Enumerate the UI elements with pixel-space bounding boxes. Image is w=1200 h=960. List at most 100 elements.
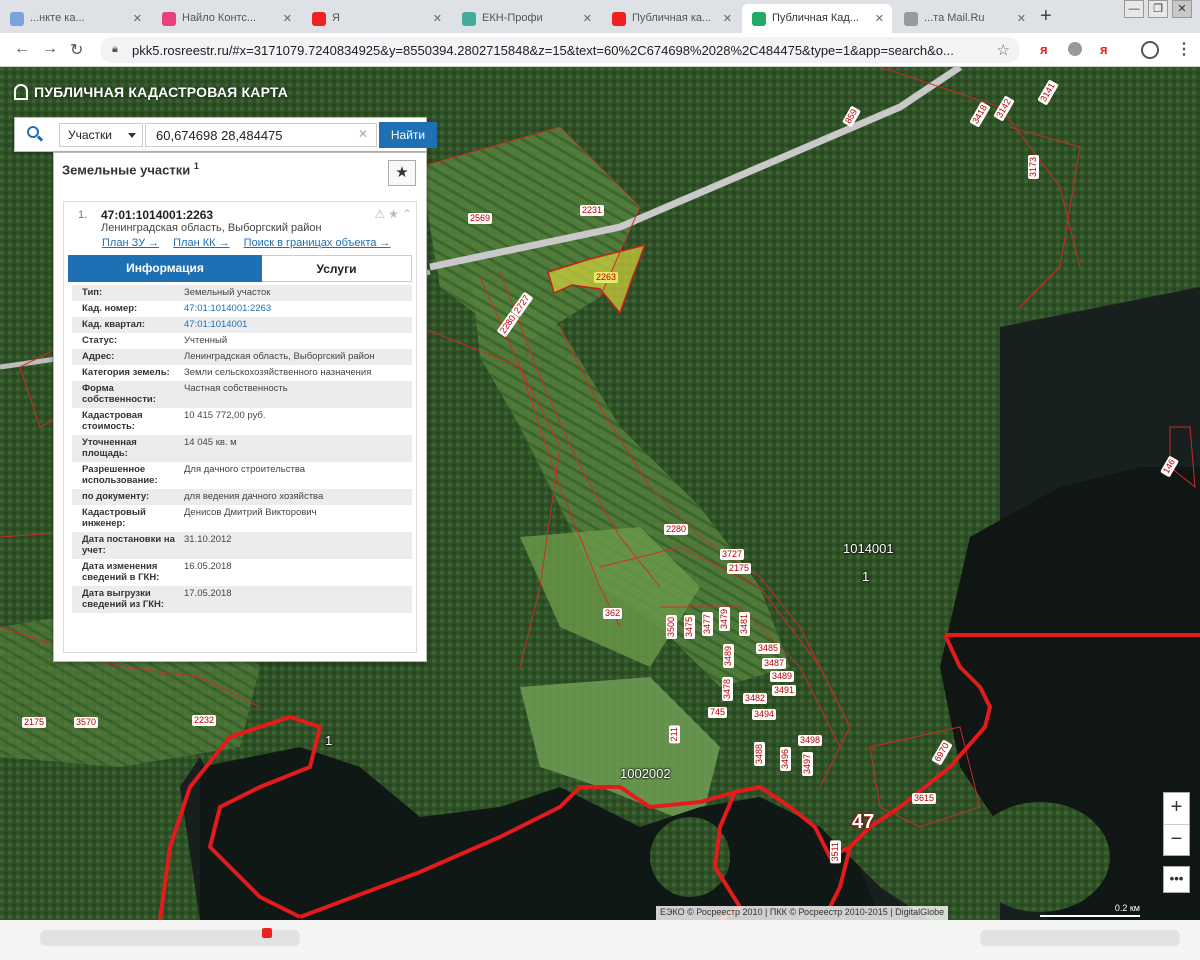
info-tabs: Информация Услуги	[68, 255, 412, 282]
parcel-label[interactable]: 3479	[719, 607, 730, 632]
cad-quarter-link[interactable]: 47:01:1014001	[184, 319, 412, 330]
quarter-label: 1002002	[620, 766, 671, 781]
parcel-label[interactable]: 3481	[739, 612, 750, 637]
reload-icon[interactable]: ↻	[70, 40, 83, 60]
parcel-label[interactable]: 3173	[1028, 155, 1039, 180]
tab-favicon-icon	[752, 12, 766, 26]
favorite-star-button[interactable]: ★	[388, 160, 416, 186]
search-icon[interactable]	[15, 118, 55, 151]
clear-icon[interactable]: ✕	[358, 127, 368, 141]
tab-favicon-icon	[612, 12, 626, 26]
search-input[interactable]	[145, 123, 377, 147]
zone-label: 1	[325, 733, 333, 748]
tab-close-icon[interactable]: ✕	[1017, 12, 1026, 25]
parcel-label[interactable]: 3511	[830, 840, 841, 864]
browser-tab[interactable]: ЕКН-Профи ✕	[452, 4, 600, 33]
parcel-label[interactable]: 3727	[720, 549, 745, 560]
tab-close-icon[interactable]: ✕	[133, 12, 142, 25]
zone-label: 1	[862, 569, 870, 584]
yandex-ext-icon[interactable]: я	[1040, 42, 1048, 57]
taskbar-app-icon[interactable]	[262, 928, 272, 938]
bookmark-star-icon[interactable]: ☆	[997, 41, 1010, 59]
browser-menu-icon[interactable]: ⋮	[1176, 39, 1192, 59]
parcel-label[interactable]: 3500	[666, 615, 677, 640]
parcel-label[interactable]: 2232	[192, 715, 217, 726]
attr-row: Кад. квартал: 47:01:1014001	[72, 317, 412, 333]
search-in-bounds-link[interactable]: Поиск в границах объекта →	[244, 237, 391, 249]
parcel-label[interactable]: 3487	[762, 658, 787, 669]
parcel-label[interactable]: 362	[603, 608, 623, 619]
tab-close-icon[interactable]: ✕	[283, 12, 292, 25]
url-input[interactable]: 🔒︎ pkk5.rosreestr.ru/#x=3171079.72408349…	[100, 37, 1020, 63]
parcel-label[interactable]: 211	[669, 725, 680, 744]
warning-icon[interactable]: ⚠	[374, 207, 385, 221]
parcel-label[interactable]: 3475	[684, 615, 695, 640]
parcel-label[interactable]: 3498	[798, 735, 823, 746]
parcel-label[interactable]: 3478	[722, 677, 733, 702]
lock-icon: 🔒︎	[112, 43, 118, 55]
object-type-select[interactable]: Участки	[59, 123, 143, 147]
tab-close-icon[interactable]: ✕	[583, 12, 592, 25]
parcel-label[interactable]: 3615	[912, 793, 937, 804]
browser-tab-active[interactable]: Публичная Кад... ✕	[742, 4, 892, 33]
minimize-icon[interactable]: —	[1124, 0, 1144, 18]
star-icon[interactable]: ★	[388, 207, 399, 221]
zoom-out-button[interactable]: −	[1164, 825, 1189, 856]
forward-icon[interactable]: →	[42, 40, 58, 58]
browser-tab[interactable]: Я ✕	[302, 4, 450, 33]
parcel-label[interactable]: 3485	[756, 643, 781, 654]
attr-row: Тип: Земельный участок	[72, 285, 412, 301]
attr-row: по документу: для ведения дачного хозяйст…	[72, 489, 412, 505]
close-window-icon[interactable]: ✕	[1172, 0, 1192, 18]
parcel-label[interactable]: 2175	[22, 717, 47, 728]
tab-info[interactable]: Информация	[68, 255, 262, 282]
parcel-label[interactable]: 3496	[780, 747, 791, 772]
parcel-label[interactable]: 3497	[802, 752, 813, 777]
cad-number-link[interactable]: 47:01:1014001:2263	[184, 303, 412, 314]
results-header: Земельные участки 1	[62, 161, 199, 178]
parcel-label[interactable]: 3477	[702, 612, 713, 637]
back-icon[interactable]: ←	[14, 40, 30, 58]
profile-icon[interactable]	[1141, 41, 1159, 59]
browser-tab[interactable]: ...нкте ка... ✕	[0, 4, 150, 33]
browser-tab[interactable]: ...та Mail.Ru ✕	[894, 4, 1034, 33]
parcel-label-selected[interactable]: 2263	[594, 272, 619, 283]
map-title: ПУБЛИЧНАЯ КАДАСТРОВАЯ КАРТА	[14, 84, 288, 100]
parcel-label[interactable]: 2231	[580, 205, 605, 216]
tab-services[interactable]: Услуги	[262, 255, 412, 282]
attr-row: Дата постановки на учет: 31.10.2012	[72, 532, 412, 559]
find-button[interactable]: Найти	[379, 122, 437, 148]
browser-tab[interactable]: Публичная ка... ✕	[602, 4, 740, 33]
parcel-label[interactable]: 3489	[770, 671, 795, 682]
attr-row: Дата изменения сведений в ГКН: 16.05.2018	[82, 561, 232, 583]
parcel-label[interactable]: 3570	[74, 717, 99, 728]
parcel-label[interactable]: 2569	[468, 213, 493, 224]
tab-close-icon[interactable]: ✕	[875, 12, 884, 25]
parcel-label[interactable]: 3482	[743, 693, 768, 704]
browser-tab-bar: ...нкте ка... ✕ Найло Контс... ✕ Я ✕ ЕКН-Пр…	[0, 0, 1200, 33]
zoom-in-button[interactable]: +	[1164, 793, 1189, 824]
new-tab-button[interactable]: +	[1040, 5, 1052, 28]
parcel-label[interactable]: 3488	[754, 742, 765, 767]
extension-icon[interactable]	[1068, 42, 1082, 56]
parcel-label[interactable]: 3494	[752, 709, 777, 720]
parcel-label[interactable]: 745	[708, 707, 728, 718]
cadastral-number[interactable]: 47:01:1014001:2263	[101, 208, 213, 222]
parcel-label[interactable]: 3491	[772, 685, 797, 696]
result-card: 1. 47:01:1014001:2263 Ленинградская обла…	[63, 201, 417, 653]
card-actions: ⚠ ★ ⌃	[374, 207, 412, 221]
more-tools-button[interactable]: •••	[1163, 866, 1190, 893]
parcel-label[interactable]: 2280	[664, 524, 689, 535]
chevron-up-icon[interactable]: ⌃	[402, 207, 412, 221]
parcel-label[interactable]: 2175	[727, 563, 752, 574]
tab-close-icon[interactable]: ✕	[433, 12, 442, 25]
taskbar-item[interactable]	[40, 930, 300, 946]
plan-zu-link[interactable]: План ЗУ →	[102, 237, 159, 249]
tab-close-icon[interactable]: ✕	[723, 12, 732, 25]
parcel-label[interactable]: 3489	[723, 644, 734, 669]
search-icon-handle	[36, 135, 44, 142]
browser-tab[interactable]: Найло Контс... ✕	[152, 4, 300, 33]
yandex-ext-icon[interactable]: я	[1100, 42, 1108, 57]
plan-kk-link[interactable]: План КК →	[173, 237, 229, 249]
restore-icon[interactable]: ❐	[1148, 0, 1168, 18]
